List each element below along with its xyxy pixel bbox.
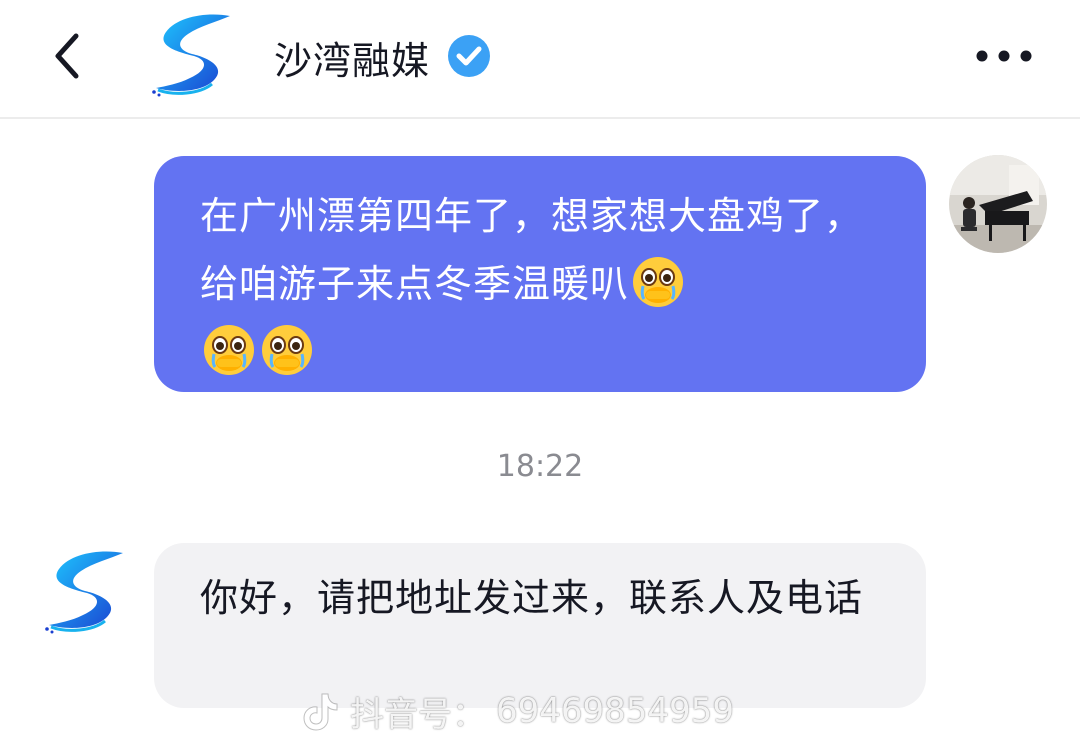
message-list[interactable]: 在广州漂第四年了，想家想大盘鸡了，给咱游子来点冬季温暖叭 18:22 你好，请把… <box>0 119 1080 750</box>
message-text: 在广州漂第四年了，想家想大盘鸡了，给咱游子来点冬季温暖叭 <box>200 182 890 386</box>
teary-face-emoji-icon <box>204 325 254 375</box>
message-timestamp: 18:22 <box>496 449 584 484</box>
outgoing-message-bubble[interactable]: 在广州漂第四年了，想家想大盘鸡了，给咱游子来点冬季温暖叭 <box>154 156 926 392</box>
watermark-label: 抖音号： <box>350 694 486 735</box>
chevron-left-icon <box>55 33 79 79</box>
chat-header: 沙湾融媒 <box>0 0 1080 119</box>
message-text-content: 在广州漂第四年了，想家想大盘鸡了，给咱游子来点冬季温暖叭 <box>200 194 864 306</box>
douyin-logo-icon <box>303 693 338 731</box>
more-dots-icon <box>976 50 1032 62</box>
teary-face-emoji-icon <box>262 325 312 375</box>
back-button[interactable] <box>40 28 96 84</box>
teary-face-emoji-icon <box>633 257 684 307</box>
brand-avatar-icon[interactable] <box>40 547 132 639</box>
verified-badge-icon <box>446 33 492 79</box>
incoming-message-bubble[interactable]: 你好，请把地址发过来，联系人及电话 <box>154 543 926 708</box>
more-options-button[interactable] <box>968 36 1040 76</box>
message-text: 你好，请把地址发过来，联系人及电话 <box>200 576 864 620</box>
user-avatar[interactable] <box>949 155 1047 253</box>
account-name[interactable]: 沙湾融媒 <box>274 30 430 85</box>
watermark-id: 69469854959 <box>496 691 734 731</box>
douyin-watermark: 抖音号： 69469854959 <box>300 686 734 736</box>
brand-logo-icon[interactable] <box>148 10 238 102</box>
chat-screen: 沙湾融媒 在广州漂第四年了，想家想大盘鸡了，给咱游子来点冬季温暖叭 18:22 … <box>0 0 1080 750</box>
